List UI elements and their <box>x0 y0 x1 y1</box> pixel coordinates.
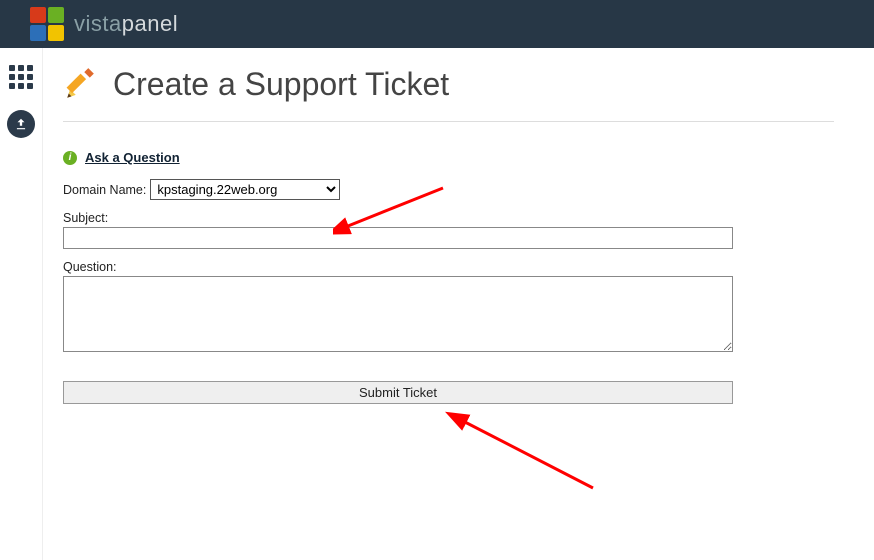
submit-ticket-button[interactable]: Submit Ticket <box>63 381 733 404</box>
ask-question-link[interactable]: Ask a Question <box>85 150 180 165</box>
subject-input[interactable] <box>63 227 733 249</box>
brand-part1: vista <box>74 11 122 36</box>
apps-grid-icon[interactable] <box>8 64 34 90</box>
main-content: Create a Support Ticket i Ask a Question… <box>42 48 874 560</box>
support-form: i Ask a Question Domain Name: kpstaging.… <box>63 122 733 404</box>
sidebar <box>0 48 42 560</box>
page-title: Create a Support Ticket <box>113 66 449 103</box>
logo-icon <box>30 7 64 41</box>
annotation-arrow-2 <box>443 408 603 498</box>
upload-icon[interactable] <box>7 110 35 138</box>
brand-part2: panel <box>122 11 178 36</box>
topbar: vistapanel <box>0 0 874 48</box>
pencil-icon <box>63 68 97 102</box>
subject-label: Subject: <box>63 211 108 225</box>
question-textarea[interactable] <box>63 276 733 352</box>
info-icon: i <box>63 151 77 165</box>
brand-text: vistapanel <box>74 11 178 37</box>
domain-label: Domain Name: <box>63 183 146 197</box>
question-label: Question: <box>63 260 117 274</box>
domain-select[interactable]: kpstaging.22web.org <box>150 179 340 200</box>
